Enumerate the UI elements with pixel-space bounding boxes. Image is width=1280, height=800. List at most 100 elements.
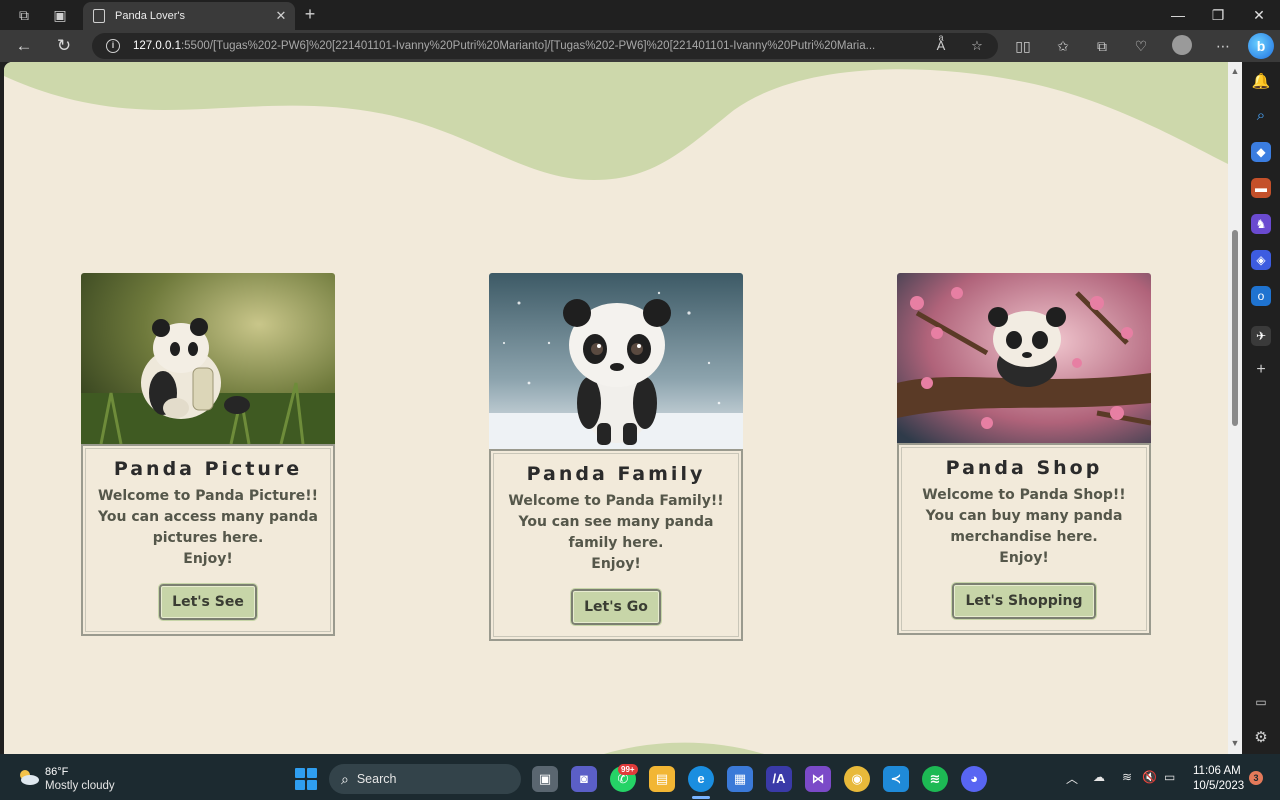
card-body: Panda Shop Welcome to Panda Shop!! You c… (897, 443, 1151, 635)
windows-taskbar: 86°F Mostly cloudy ⌕ Search ▣ ◙ ✆ 99+ ▤ … (0, 754, 1280, 800)
site-info-icon[interactable]: i (106, 39, 120, 53)
favorite-star-icon[interactable]: ☆ (968, 37, 986, 55)
edge-browser-icon[interactable]: e (688, 766, 714, 792)
card-description: Welcome to Panda Family!! You can see ma… (491, 491, 741, 575)
browser-title-bar: ⧉ ▣ Panda Lover's ✕ + — ❐ ✕ (0, 0, 1280, 30)
volume-muted-icon[interactable]: 🔇 (1142, 770, 1157, 784)
shopping-tag-icon[interactable]: ◆ (1251, 142, 1271, 162)
terminal-icon[interactable]: /A (766, 766, 792, 792)
lets-see-button[interactable]: Let's See (158, 583, 258, 621)
tools-briefcase-icon[interactable]: ▬ (1251, 178, 1271, 198)
card-line: merchandise here. (950, 529, 1098, 545)
back-icon[interactable]: ← (12, 34, 36, 58)
task-view-icon[interactable]: ▣ (532, 766, 558, 792)
card-line: You can access many panda (98, 509, 318, 525)
notification-bell-icon[interactable]: 🔔 (1251, 72, 1271, 92)
scroll-thumb[interactable] (1232, 230, 1238, 426)
top-wave-decoration (4, 62, 1228, 180)
scroll-up-icon[interactable]: ▲ (1230, 66, 1240, 76)
search-label: Search (356, 772, 397, 786)
panda-in-snow-image (489, 273, 743, 449)
tab-close-icon[interactable]: ✕ (271, 8, 291, 24)
clock-time[interactable]: 11:06 AM (1193, 765, 1241, 777)
onedrive-icon[interactable]: ☁ (1093, 770, 1105, 784)
vscode-icon[interactable]: ≺ (883, 766, 909, 792)
bottom-wave-decoration (604, 742, 764, 754)
split-screen-icon[interactable]: ▯▯ (1012, 35, 1034, 57)
collections-icon[interactable]: ⧉ (1091, 35, 1113, 57)
card-line: Enjoy! (999, 550, 1049, 566)
chrome-icon[interactable]: ◉ (844, 766, 870, 792)
new-tab-icon[interactable]: + (300, 4, 320, 24)
card-line: You can buy many panda (925, 508, 1123, 524)
card-line: Enjoy! (591, 556, 641, 572)
edge-sidebar: 🔔 ⌕ ◆ ▬ ♞ ◈ o ✈ + ▭ ⚙ (1242, 62, 1280, 754)
card-panda-family: Panda Family Welcome to Panda Family!! Y… (489, 273, 743, 641)
browser-essentials-icon[interactable]: ♡ (1130, 35, 1152, 57)
drop-icon[interactable]: ✈ (1251, 326, 1271, 346)
close-window-icon[interactable]: ✕ (1247, 4, 1271, 26)
outlook-icon[interactable]: o (1251, 286, 1271, 306)
tray-overflow-icon[interactable]: ︿ (1066, 770, 1078, 787)
discord-icon[interactable]: ◕ (961, 766, 987, 792)
search-icon: ⌕ (341, 770, 349, 787)
card-title: Panda Picture (113, 458, 303, 480)
spotify-icon[interactable]: ≋ (922, 766, 948, 792)
add-sidebar-icon[interactable]: + (1251, 360, 1271, 380)
page-content: Panda Picture Welcome to Panda Picture!!… (4, 62, 1228, 754)
card-line: Welcome to Panda Family!! (508, 493, 724, 509)
restore-icon[interactable]: ❐ (1206, 4, 1230, 26)
workspaces-icon[interactable]: ⧉ (14, 5, 34, 25)
lets-shopping-button[interactable]: Let's Shopping (951, 582, 1097, 620)
panda-on-cherry-branch-image (897, 273, 1151, 443)
card-line: Welcome to Panda Picture!! (97, 488, 319, 504)
taskbar-search[interactable]: ⌕ Search (329, 764, 521, 794)
card-line: family here. (568, 535, 664, 551)
tab-panda-lovers[interactable]: Panda Lover's ✕ (83, 2, 295, 30)
scroll-down-icon[interactable]: ▼ (1230, 738, 1240, 748)
sidebar-settings-icon[interactable]: ⚙ (1251, 728, 1271, 748)
page-favicon-icon (93, 9, 105, 23)
card-body: Panda Picture Welcome to Panda Picture!!… (81, 444, 335, 636)
tab-actions-icon[interactable]: ▣ (50, 5, 70, 25)
weather-description[interactable]: Mostly cloudy (45, 780, 115, 792)
weather-temperature[interactable]: 86°F (45, 766, 68, 778)
panda-in-grass-image (81, 273, 335, 444)
card-panda-shop: Panda Shop Welcome to Panda Shop!! You c… (897, 273, 1151, 635)
notification-count-badge[interactable]: 3 (1249, 771, 1263, 785)
tab-title: Panda Lover's (115, 10, 185, 22)
search-sidebar-icon[interactable]: ⌕ (1251, 106, 1271, 126)
read-aloud-icon[interactable]: A͏ͣ (932, 37, 950, 55)
active-app-indicator (692, 796, 710, 799)
card-line: Enjoy! (183, 551, 233, 567)
hide-sidebar-icon[interactable]: ▭ (1251, 692, 1271, 712)
url-text[interactable]: 127.0.0.1:5500/[Tugas%202-PW6]%20[221401… (133, 40, 923, 52)
teams-chat-icon[interactable]: ◙ (571, 766, 597, 792)
profile-avatar[interactable] (1172, 35, 1192, 55)
card-line: You can see many panda (518, 514, 714, 530)
battery-icon[interactable]: ▭ (1164, 770, 1175, 784)
wifi-icon[interactable]: ≋ (1122, 770, 1132, 784)
card-title: Panda Family (526, 463, 706, 485)
card-body: Panda Family Welcome to Panda Family!! Y… (489, 449, 743, 641)
visual-studio-icon[interactable]: ⋈ (805, 766, 831, 792)
refresh-icon[interactable]: ↻ (52, 34, 76, 58)
games-icon[interactable]: ♞ (1251, 214, 1271, 234)
address-bar[interactable]: i 127.0.0.1:5500/[Tugas%202-PW6]%20[2214… (92, 33, 998, 59)
card-panda-picture: Panda Picture Welcome to Panda Picture!!… (81, 273, 335, 636)
more-menu-icon[interactable]: ⋯ (1212, 35, 1234, 57)
page-scrollbar[interactable]: ▲ ▼ (1228, 62, 1242, 754)
microsoft-store-icon[interactable]: ▦ (727, 766, 753, 792)
minimize-icon[interactable]: — (1166, 4, 1190, 26)
start-button[interactable] (295, 768, 317, 790)
weather-cloud-icon[interactable] (16, 768, 40, 786)
clock-date[interactable]: 10/5/2023 (1193, 780, 1244, 792)
copilot-icon[interactable]: b (1248, 33, 1274, 59)
browser-toolbar: ← ↻ i 127.0.0.1:5500/[Tugas%202-PW6]%20[… (0, 30, 1280, 62)
url-host: 127.0.0.1 (133, 40, 181, 52)
favorites-icon[interactable]: ✩ (1052, 35, 1074, 57)
file-explorer-icon[interactable]: ▤ (649, 766, 675, 792)
card-line: Welcome to Panda Shop!! (922, 487, 1126, 503)
lets-go-button[interactable]: Let's Go (570, 588, 662, 626)
copilot-sidebar-icon[interactable]: ◈ (1251, 250, 1271, 270)
